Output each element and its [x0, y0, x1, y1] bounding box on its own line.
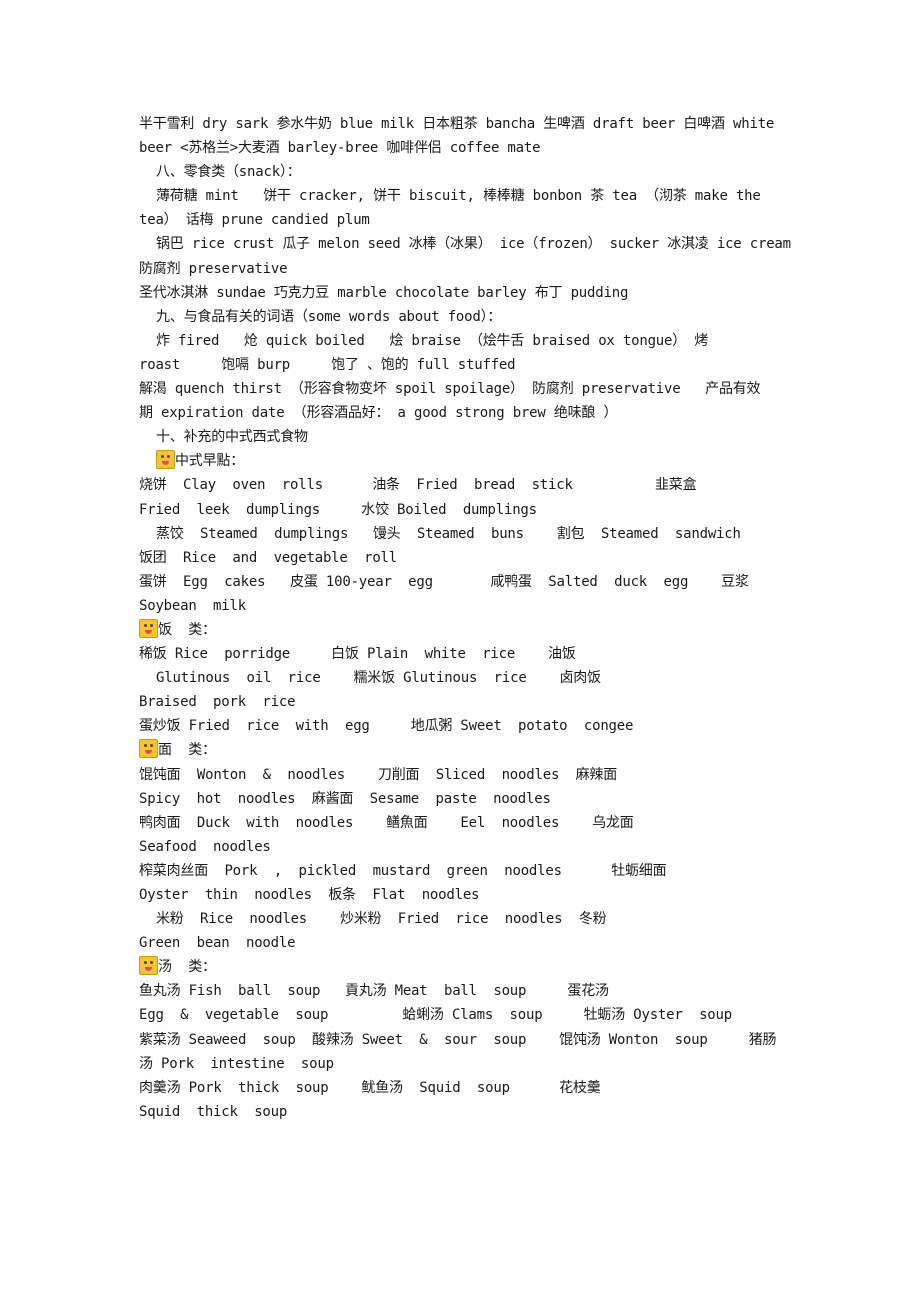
text-line: 鸭肉面 Duck with noodles 鳝魚面 Eel noodles 乌龙… [139, 814, 634, 831]
text-line: 蛋饼 Egg cakes 皮蛋 100-year egg 咸鸭蛋 Salted … [139, 573, 749, 590]
text-line: 汤 Pork intestine soup [139, 1055, 334, 1072]
text-line: roast 饱嗝 burp 饱了 、饱的 full stuffed [139, 356, 516, 373]
section-heading-supplementary-foods: 十、补充的中式西式食物 [156, 429, 308, 446]
subheading-breakfast: 中式早點： [139, 449, 829, 473]
smiling-face-icon [139, 956, 158, 976]
text-line: beer <苏格兰>大麦酒 barley-bree 咖啡伴侣 coffee ma… [139, 140, 541, 157]
text-line: 稀饭 Rice porridge 白饭 Plain white rice 油饭 [139, 646, 576, 663]
text-line: 肉羹汤 Pork thick soup 鱿鱼汤 Squid soup 花枝羹 [139, 1079, 601, 1096]
text-line: 榨菜肉丝面 Pork , pickled mustard green noodl… [139, 862, 667, 879]
text-line: 馄饨面 Wonton & noodles 刀削面 Sliced noodles … [139, 766, 618, 783]
text-line: Braised pork rice [139, 694, 296, 711]
text-line: 圣代冰淇淋 sundae 巧克力豆 marble chocolate barle… [139, 284, 629, 301]
document-page: 半干雪利 dry sark 参水牛奶 blue milk 日本粗茶 bancha… [139, 112, 829, 1124]
section-heading-snack: 八、零食类（snack）： [156, 164, 301, 181]
text-line: Oyster thin noodles 板条 Flat noodles [139, 887, 480, 903]
text-line: 饭团 Rice and vegetable roll [139, 549, 398, 566]
text-line: 锅巴 rice crust 瓜子 melon seed 冰棒（冰果） ice（f… [156, 236, 791, 253]
text-line: Soybean milk [139, 597, 246, 614]
subheading-rice: 饭 类： [139, 618, 829, 642]
text-line: 期 expiration date （形容酒品好： a good strong … [139, 405, 618, 422]
subheading-label: 面 类： [158, 742, 216, 759]
text-line: Fried leek dumplings 水饺 Boiled dumplings [139, 501, 537, 518]
smiley-face-icon [156, 450, 175, 470]
subheading-label: 中式早點： [175, 453, 244, 470]
subheading-soup: 汤 类： [139, 955, 829, 979]
text-line: 蒸饺 Steamed dumplings 馒头 Steamed buns 割包 … [156, 525, 741, 542]
text-line: Seafood noodles [139, 838, 271, 855]
subheading-noodles: 面 类： [139, 738, 829, 762]
text-line: 解渴 quench thirst （形容食物变坏 spoil spoilage）… [139, 381, 761, 398]
text-line: 米粉 Rice noodles 炒米粉 Fried rice noodles 冬… [156, 911, 607, 928]
text-line: 炸 fired 炝 quick boiled 烩 braise （烩牛舌 bra… [156, 332, 709, 349]
text-line: Green bean noodle [139, 935, 296, 952]
text-line: 防腐剂 preservative [139, 260, 288, 277]
text-line: 紫菜汤 Seaweed soup 酸辣汤 Sweet & sour soup 馄… [139, 1031, 777, 1048]
section-heading-food-words: 九、与食品有关的词语（some words about food）： [156, 308, 502, 325]
text-line: Egg & vegetable soup 蛤蜊汤 Clams soup 牡蛎汤 … [139, 1007, 732, 1024]
text-line: 半干雪利 dry sark 参水牛奶 blue milk 日本粗茶 bancha… [139, 116, 775, 132]
tongue-face-icon [139, 618, 158, 638]
subheading-label: 饭 类： [158, 621, 216, 638]
text-line: Squid thick soup [139, 1103, 288, 1120]
text-line: 蛋炒饭 Fried rice with egg 地瓜粥 Sweet potato… [139, 718, 634, 735]
text-line: 薄荷糖 mint 饼干 cracker, 饼干 biscuit, 棒棒糖 bon… [156, 188, 761, 205]
text-line: 鱼丸汤 Fish ball soup 貢丸汤 Meat ball soup 蛋花… [139, 983, 609, 1000]
text-line: Glutinous oil rice 糯米饭 Glutinous rice 卤肉… [156, 670, 601, 687]
grinning-face-icon [139, 739, 158, 759]
subheading-label: 汤 类： [158, 959, 216, 976]
text-line: 烧饼 Clay oven rolls 油条 Fried bread stick … [139, 477, 697, 494]
text-line: Spicy hot noodles 麻酱面 Sesame paste noodl… [139, 790, 551, 807]
text-line: tea） 话梅 prune candied plum [139, 212, 370, 229]
